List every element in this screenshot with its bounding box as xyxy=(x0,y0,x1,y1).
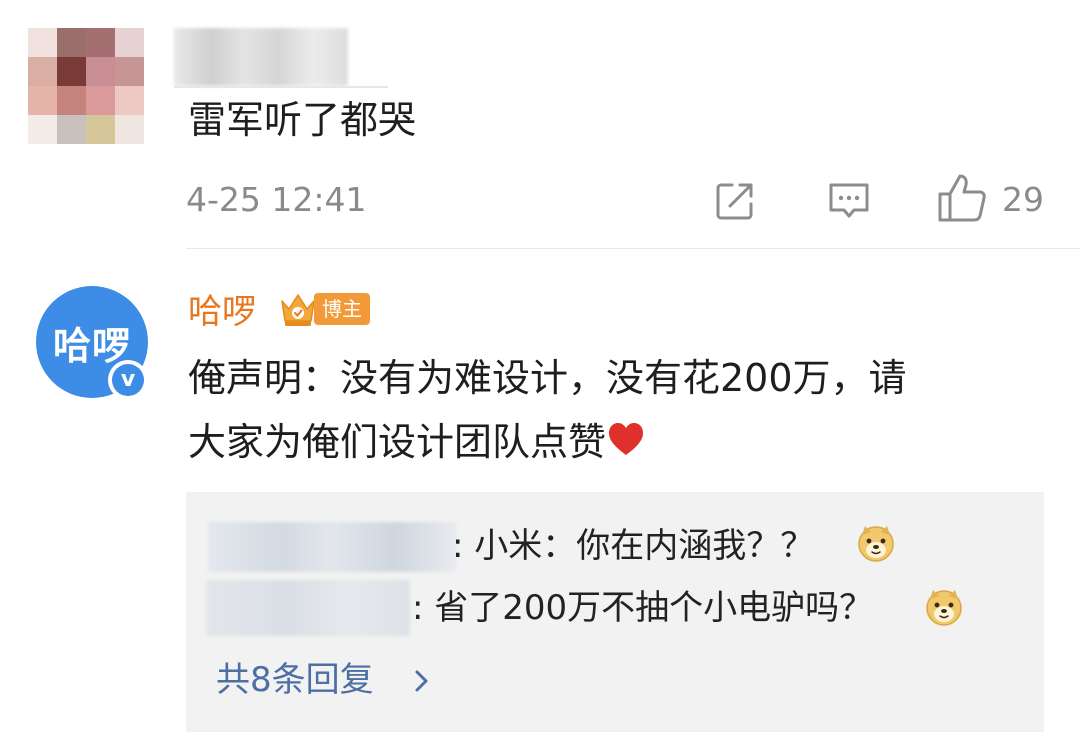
commenter-name-blurred[interactable] xyxy=(174,28,348,86)
reply-icon[interactable] xyxy=(826,178,872,224)
comment-text: 雷军听了都哭 xyxy=(188,98,417,142)
author-name[interactable]: 哈啰 xyxy=(188,290,256,334)
doge-emoji-icon xyxy=(858,526,894,562)
reply-author-blurred[interactable] xyxy=(208,522,456,572)
doge-emoji-icon xyxy=(926,590,962,626)
comment-text-line-2: 大家为俺们设计团队点赞 xyxy=(188,418,646,466)
reply-text: : 小米：你在内涵我？？ xyxy=(452,526,815,566)
like-count: 29 xyxy=(1002,180,1044,219)
reply-text: : 省了200万不抽个小电驴吗？ xyxy=(412,588,874,628)
name-underline xyxy=(174,86,388,88)
chevron-right-icon[interactable] xyxy=(408,664,436,698)
blogger-badge: 博主 xyxy=(314,293,370,325)
more-replies-link[interactable]: 共8条回复 xyxy=(216,658,374,702)
commenter-avatar[interactable] xyxy=(28,28,144,144)
like-icon[interactable] xyxy=(936,172,988,224)
share-icon[interactable] xyxy=(712,178,758,224)
reply-author-blurred[interactable] xyxy=(206,580,410,636)
comment-text-line-1: 俺声明：没有为难设计，没有花200万，请 xyxy=(188,356,907,400)
comment-timestamp: 4-25 12:41 xyxy=(186,180,367,219)
verified-badge-icon: v xyxy=(108,360,148,400)
comment-divider xyxy=(186,248,1080,249)
heart-emoji-icon xyxy=(609,423,644,455)
